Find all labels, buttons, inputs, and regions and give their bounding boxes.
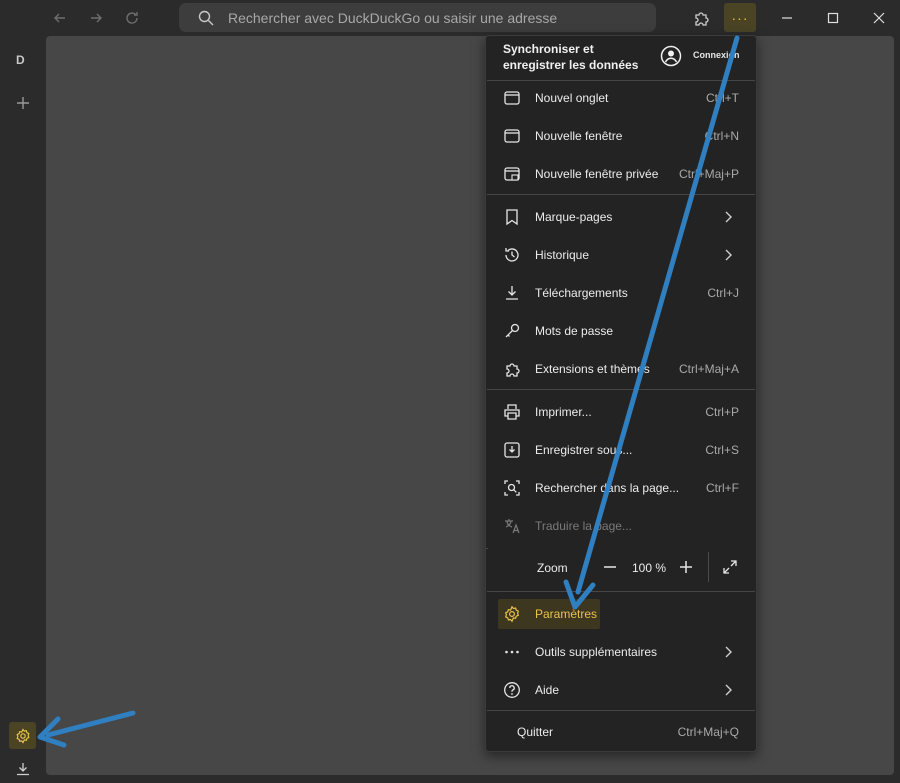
menu-item-save-as[interactable]: Enregistrer sous... Ctrl+S [486,433,756,467]
menu-divider [486,548,488,549]
chevron-right-icon [725,211,732,223]
zoom-divider [708,552,709,582]
address-bar[interactable] [179,3,656,32]
printer-icon [504,404,520,420]
search-icon [198,10,214,25]
puzzle-icon [506,363,520,377]
page-content-area [46,36,894,775]
menu-item-help[interactable]: Aide [486,673,756,707]
sidebar-downloads-button[interactable] [12,758,34,780]
menu-item-print[interactable]: Imprimer... Ctrl+P [486,395,756,429]
menu-item-extensions[interactable]: Extensions et thèmes Ctrl+Maj+A [486,352,756,386]
browser-toolbar: ··· [0,0,900,36]
fullscreen-icon [723,560,737,574]
menu-item-settings[interactable]: Paramètres [486,597,756,631]
zoom-out-button[interactable] [600,557,620,577]
profile-tab[interactable]: D [16,53,25,67]
menu-item-quit[interactable]: Quitter Ctrl+Maj+Q [486,715,756,749]
plus-icon [17,97,29,109]
menu-item-new-window[interactable]: Nouvelle fenêtre Ctrl+N [486,119,756,153]
main-menu-button[interactable]: ··· [724,3,756,32]
bookmark-icon [506,209,518,226]
reload-icon [126,12,138,24]
sidebar: D [0,36,46,783]
history-icon [505,248,519,262]
menu-item-more-tools[interactable]: Outils supplémentaires [486,635,756,669]
forward-button[interactable] [84,6,108,30]
minimize-button[interactable] [775,6,799,30]
zoom-in-button[interactable] [676,557,696,577]
menu-divider [487,194,755,195]
private-window-icon [504,167,520,181]
key-icon [505,323,520,338]
account-icon[interactable] [660,45,682,67]
menu-item-private-window[interactable]: Nouvelle fenêtre privée Ctrl+Maj+P [486,157,756,191]
gear-icon [15,727,30,744]
menu-divider [487,389,755,390]
new-tab-icon [504,91,520,105]
zoom-label: Zoom [537,561,568,575]
save-icon [504,442,520,458]
sync-title: Synchroniser et enregistrer les données [503,42,639,72]
menu-item-translate: Traduire la page... [486,509,756,543]
sign-in-link[interactable]: Connexion [693,50,740,60]
more-dots-icon: ··· [731,9,749,26]
close-window-button[interactable] [867,6,891,30]
menu-item-downloads[interactable]: Téléchargements Ctrl+J [486,276,756,310]
reload-button[interactable] [120,6,144,30]
new-tab-sidebar-button[interactable] [12,92,34,114]
main-menu: Synchroniser et enregistrer les données … [485,35,757,752]
minimize-icon [782,17,792,19]
plus-icon [680,561,692,573]
back-button[interactable] [48,6,72,30]
arrow-left-icon [54,13,65,23]
menu-item-passwords[interactable]: Mots de passe [486,314,756,348]
new-window-icon [504,129,520,143]
maximize-icon [827,12,839,24]
chevron-right-icon [725,684,732,696]
puzzle-icon [695,12,709,26]
minus-icon [604,566,616,568]
menu-divider [487,591,755,592]
gear-icon [504,605,520,623]
arrow-right-icon [91,13,102,23]
menu-item-new-tab[interactable]: Nouvel onglet Ctrl+T [486,81,756,115]
find-icon [504,480,520,496]
menu-item-history[interactable]: Historique [486,238,756,272]
more-tools-icon [505,650,519,654]
translate-icon [505,519,520,534]
menu-item-find-in-page[interactable]: Rechercher dans la page... Ctrl+F [486,471,756,505]
menu-divider [487,710,755,711]
help-icon [504,682,520,698]
fullscreen-button[interactable] [720,557,740,577]
download-icon [17,763,29,776]
menu-item-bookmarks[interactable]: Marque-pages [486,200,756,234]
sidebar-settings-button[interactable] [9,722,36,749]
close-icon [873,12,885,24]
extensions-button[interactable] [690,7,712,29]
maximize-button[interactable] [821,6,845,30]
address-input[interactable] [226,8,656,27]
chevron-right-icon [725,646,732,658]
download-icon [506,286,518,300]
chevron-right-icon [725,249,732,261]
zoom-value: 100 % [632,561,667,575]
